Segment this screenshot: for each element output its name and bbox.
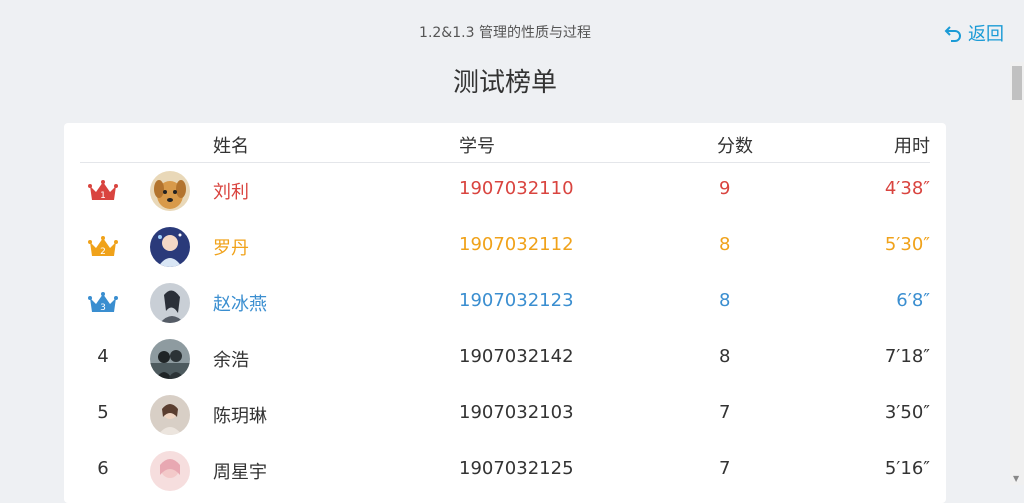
scrollbar-thumb[interactable] xyxy=(1012,66,1022,100)
crown-rank: 3 xyxy=(100,303,106,313)
student-time: 4′38″ xyxy=(884,178,930,199)
column-header-name: 姓名 xyxy=(213,136,249,157)
page-title: 测试榜单 xyxy=(452,68,557,98)
table-row: 4 余浩 1907032142 8 7′18″ xyxy=(80,331,930,387)
student-score: 8 xyxy=(719,234,731,255)
crown-gold-icon: 1 xyxy=(88,180,118,201)
back-button[interactable]: 返回 xyxy=(944,20,1004,46)
column-header-id: 学号 xyxy=(459,136,495,157)
student-id: 1907032123 xyxy=(459,290,574,311)
vertical-scrollbar[interactable]: ▼ xyxy=(1010,62,1024,485)
student-id: 1907032142 xyxy=(459,346,574,367)
student-name: 刘利 xyxy=(213,182,249,203)
table-header: 姓名 学号 分数 用时 xyxy=(80,123,930,163)
column-header-score: 分数 xyxy=(717,136,753,157)
student-score: 8 xyxy=(719,290,731,311)
rank-number: 5 xyxy=(97,402,109,423)
student-name: 余浩 xyxy=(213,350,249,371)
student-id: 1907032110 xyxy=(459,178,574,199)
back-label: 返回 xyxy=(968,24,1004,45)
crown-bronze-icon: 3 xyxy=(88,292,118,313)
back-arrow-icon xyxy=(944,26,961,42)
student-score: 9 xyxy=(719,178,731,199)
course-subtitle: 1.2&1.3 管理的性质与过程 xyxy=(419,25,591,41)
table-row: 5 陈玥琳 1907032103 7 3′50″ xyxy=(80,387,930,443)
student-time: 7′18″ xyxy=(884,346,930,367)
student-time: 5′16″ xyxy=(884,458,930,479)
avatar xyxy=(150,339,190,379)
column-header-time: 用时 xyxy=(894,136,930,157)
avatar xyxy=(150,227,190,267)
table-row: 2 罗丹 1907032112 8 5′30″ xyxy=(80,219,930,275)
student-score: 7 xyxy=(719,458,731,479)
table-row: 6 周星宇 1907032125 7 5′16″ xyxy=(80,443,930,499)
crown-rank: 1 xyxy=(100,191,106,201)
student-id: 1907032112 xyxy=(459,234,574,255)
avatar xyxy=(150,171,190,211)
student-name: 陈玥琳 xyxy=(213,406,267,427)
student-name: 罗丹 xyxy=(213,238,249,259)
student-name: 周星宇 xyxy=(213,462,267,483)
student-id: 1907032125 xyxy=(459,458,574,479)
student-time: 5′30″ xyxy=(884,234,930,255)
crown-rank: 2 xyxy=(100,247,106,257)
rank-number: 6 xyxy=(97,458,109,479)
avatar xyxy=(150,451,190,491)
student-score: 7 xyxy=(719,402,731,423)
crown-silver-icon: 2 xyxy=(88,236,118,257)
avatar xyxy=(150,283,190,323)
table-row: 3 赵冰燕 1907032123 8 6′8″ xyxy=(80,275,930,331)
table-row: 1 刘利 1907032110 9 4′38″ xyxy=(80,163,930,219)
student-time: 6′8″ xyxy=(896,290,930,311)
student-score: 8 xyxy=(719,346,731,367)
student-id: 1907032103 xyxy=(459,402,574,423)
rank-number: 4 xyxy=(97,346,109,367)
leaderboard-card: 姓名 学号 分数 用时 1 刘利 1907032110 9 4′38″ 2 罗丹… xyxy=(64,123,946,503)
scroll-down-arrow-icon[interactable]: ▼ xyxy=(1013,474,1019,483)
avatar xyxy=(150,395,190,435)
student-name: 赵冰燕 xyxy=(213,294,267,315)
student-time: 3′50″ xyxy=(884,402,930,423)
